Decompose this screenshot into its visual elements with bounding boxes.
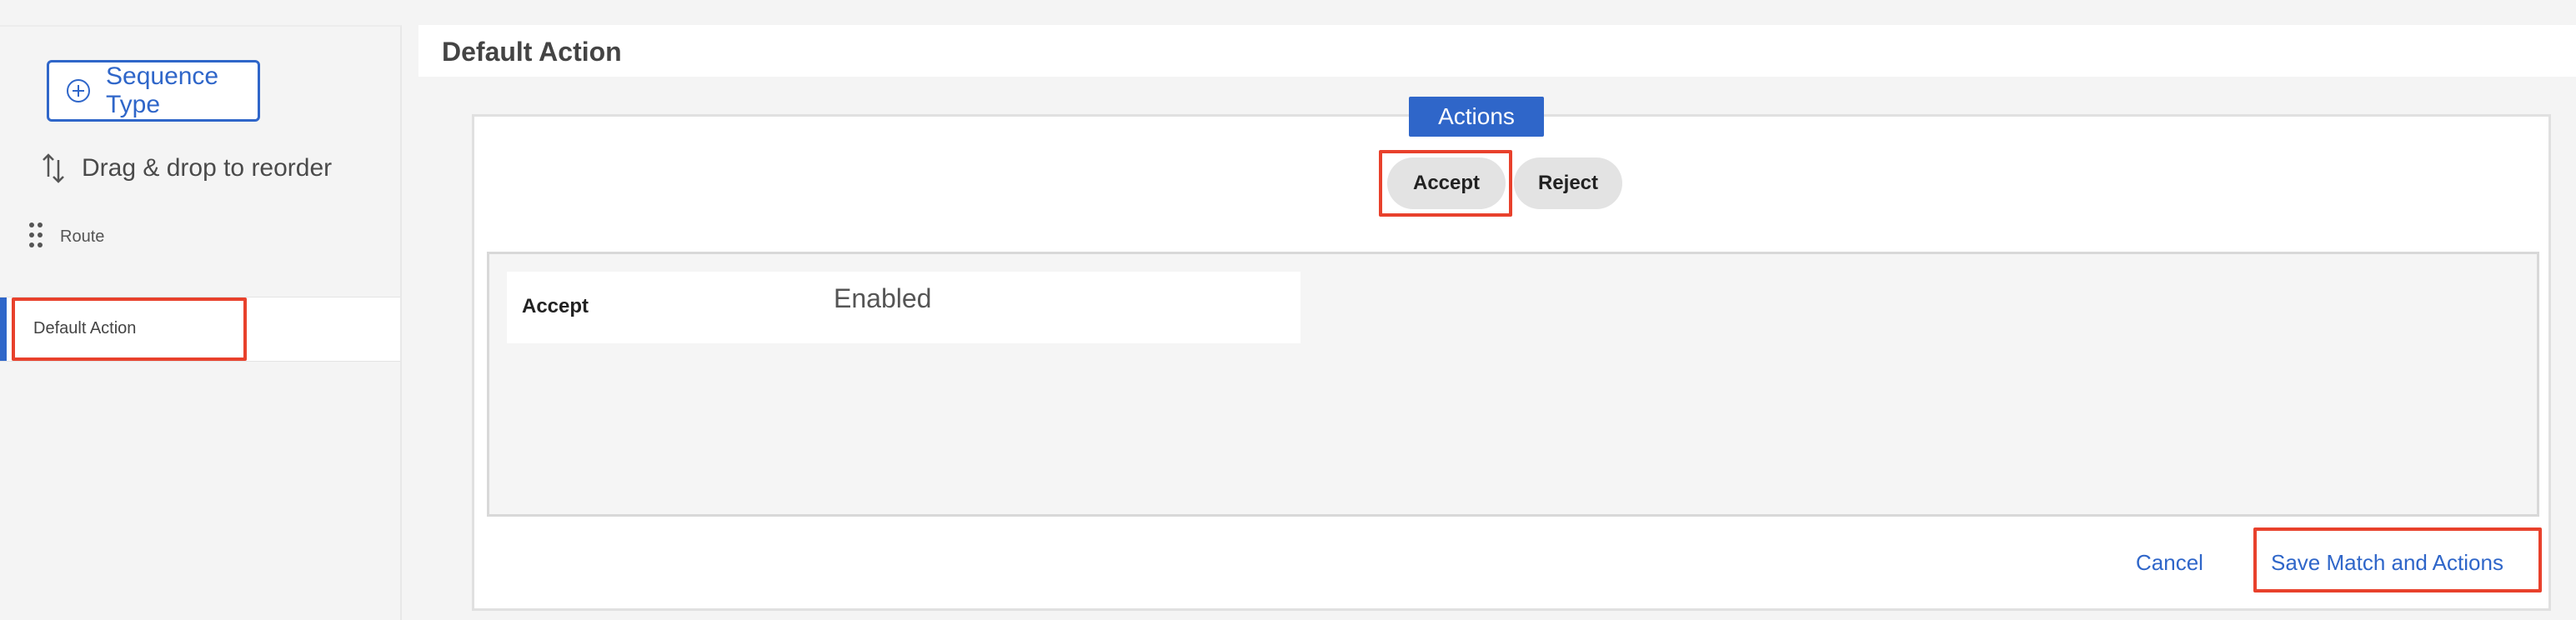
drag-hint: Drag & drop to reorder [40,152,332,185]
action-detail-value: Enabled [834,283,932,313]
cancel-button[interactable]: Cancel [2136,550,2203,576]
sequence-type-button[interactable]: Sequence Type [47,60,260,122]
drag-hint-text: Drag & drop to reorder [82,154,333,182]
app-root: Sequence Type Drag & drop to reorder Rou… [0,0,2576,620]
sequence-type-label: Sequence Type [106,62,219,118]
sidebar-item-label: Default Action [33,319,137,338]
selected-indicator [0,298,7,361]
reject-option-button[interactable]: Reject [1514,158,1622,209]
page-header: Default Action [418,25,2576,77]
page-title: Default Action [442,37,622,67]
reorder-arrows-icon [40,152,68,185]
actions-section-tag: Actions [1409,97,1544,137]
action-detail-row: Accept Enabled [507,272,1301,343]
accept-option-button[interactable]: Accept [1387,158,1506,209]
drag-handle-icon[interactable] [25,220,47,253]
sidebar-item-label: Route [60,227,105,246]
sidebar: Sequence Type Drag & drop to reorder Rou… [0,25,402,620]
plus-circle-icon [66,78,91,103]
sidebar-item-route[interactable]: Route [25,220,104,253]
action-detail-key: Accept [522,295,589,318]
sidebar-item-default-action[interactable]: Default Action [0,297,400,362]
save-match-and-actions-button[interactable]: Save Match and Actions [2271,550,2503,576]
